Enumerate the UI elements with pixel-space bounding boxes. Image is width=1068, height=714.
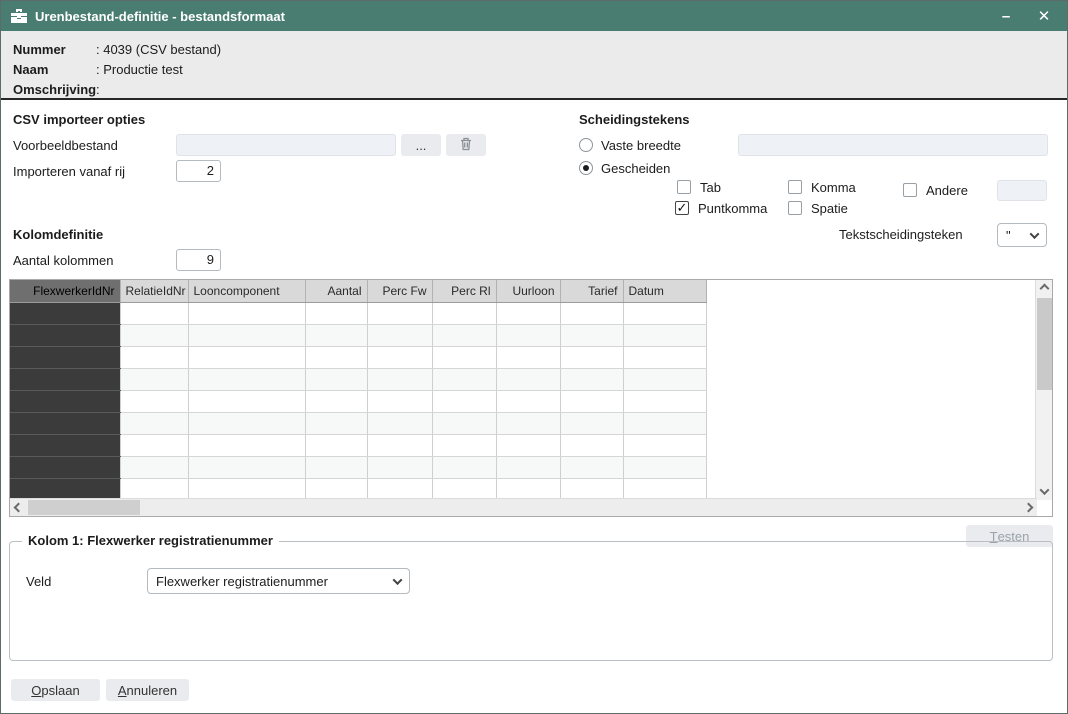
column-header-aantal[interactable]: Aantal <box>305 280 367 302</box>
column-grid-table: FlexwerkerIdNrRelatieIdNrLooncomponentAa… <box>10 280 707 501</box>
gescheiden-label: Gescheiden <box>601 161 670 176</box>
title-bar: Urenbestand-definitie - bestandsformaat … <box>1 1 1067 31</box>
close-button[interactable]: ✕ <box>1029 3 1059 29</box>
kolom1-groupbox: Kolom 1: Flexwerker registratienummer Ve… <box>9 541 1053 661</box>
naam-label: Naam <box>13 62 96 77</box>
vaste-breedte-label: Vaste breedte <box>601 138 681 153</box>
table-row[interactable] <box>10 302 706 324</box>
record-header: Nummer : 4039 (CSV bestand) Naam : Produ… <box>1 31 1067 100</box>
tab-label: Tab <box>700 180 721 195</box>
omschrijving-label: Omschrijving <box>13 82 96 97</box>
tekstscheidingsteken-dropdown[interactable]: " <box>997 223 1047 247</box>
table-row[interactable] <box>10 368 706 390</box>
column-grid: FlexwerkerIdNrRelatieIdNrLooncomponentAa… <box>9 279 1053 517</box>
voorbeeldbestand-label: Voorbeeldbestand <box>13 138 118 153</box>
importeren-label: Importeren vanaf rij <box>13 164 125 179</box>
column-header-perc-rl[interactable]: Perc Rl <box>432 280 496 302</box>
aantal-kolommen-input[interactable]: 9 <box>176 249 221 271</box>
kolom1-legend: Kolom 1: Flexwerker registratienummer <box>22 533 279 548</box>
delete-file-button[interactable] <box>446 134 486 156</box>
komma-checkbox[interactable] <box>788 180 802 194</box>
table-row[interactable] <box>10 390 706 412</box>
vaste-breedte-input[interactable] <box>738 134 1048 156</box>
csv-options-title: CSV importeer opties <box>13 112 145 127</box>
table-row[interactable] <box>10 346 706 368</box>
column-header-datum[interactable]: Datum <box>623 280 706 302</box>
kolomdefinitie-title: Kolomdefinitie <box>13 227 103 242</box>
horizontal-scroll-thumb[interactable] <box>28 500 140 515</box>
aantal-kolommen-label: Aantal kolommen <box>13 253 113 268</box>
table-row[interactable] <box>10 434 706 456</box>
trash-icon <box>460 137 472 154</box>
andere-checkbox[interactable] <box>903 183 917 197</box>
table-row[interactable] <box>10 478 706 500</box>
importeren-input[interactable]: 2 <box>176 160 221 182</box>
veld-value: Flexwerker registratienummer <box>156 574 328 589</box>
nummer-label: Nummer <box>13 42 96 57</box>
table-row[interactable] <box>10 324 706 346</box>
chevron-down-icon <box>1030 229 1040 239</box>
scroll-left-icon[interactable] <box>10 499 27 516</box>
vertical-scroll-thumb[interactable] <box>1037 298 1052 390</box>
column-header-relatieidnr[interactable]: RelatieIdNr <box>120 280 188 302</box>
vertical-scrollbar[interactable] <box>1035 280 1052 500</box>
veld-dropdown[interactable]: Flexwerker registratienummer <box>147 568 410 594</box>
puntkomma-label: Puntkomma <box>698 201 767 216</box>
browse-button[interactable]: ... <box>401 134 441 156</box>
column-header-perc-fw[interactable]: Perc Fw <box>367 280 432 302</box>
tekstscheidingsteken-value: " <box>1006 228 1011 243</box>
spatie-label: Spatie <box>811 201 848 216</box>
gescheiden-radio[interactable] <box>579 161 593 175</box>
dialog-window: Urenbestand-definitie - bestandsformaat … <box>0 0 1068 714</box>
table-row[interactable] <box>10 456 706 478</box>
column-header-tarief[interactable]: Tarief <box>560 280 623 302</box>
minimize-button[interactable]: – <box>991 3 1021 29</box>
horizontal-scrollbar[interactable] <box>10 498 1037 516</box>
window-title: Urenbestand-definitie - bestandsformaat <box>35 9 285 24</box>
scroll-right-icon[interactable] <box>1020 499 1037 516</box>
omschrijving-value: : <box>96 82 100 97</box>
scroll-up-icon[interactable] <box>1036 280 1053 297</box>
andere-label: Andere <box>926 183 968 198</box>
andere-input[interactable] <box>997 180 1047 201</box>
tekstscheidingsteken-label: Tekstscheidingsteken <box>839 227 963 242</box>
table-row[interactable] <box>10 412 706 434</box>
nummer-value: : 4039 (CSV bestand) <box>96 42 221 57</box>
scroll-down-icon[interactable] <box>1036 483 1053 500</box>
spatie-checkbox[interactable] <box>788 201 802 215</box>
naam-value: : Productie test <box>96 62 183 77</box>
separators-title: Scheidingstekens <box>579 112 690 127</box>
column-header-looncomponent[interactable]: Looncomponent <box>188 280 305 302</box>
komma-label: Komma <box>811 180 856 195</box>
column-header-uurloon[interactable]: Uurloon <box>496 280 560 302</box>
column-header-flexwerkeridnr[interactable]: FlexwerkerIdNr <box>10 280 120 302</box>
puntkomma-checkbox[interactable]: ✓ <box>675 201 689 215</box>
vaste-breedte-radio[interactable] <box>579 138 593 152</box>
voorbeeldbestand-input[interactable] <box>176 134 396 156</box>
veld-label: Veld <box>26 574 51 589</box>
tab-checkbox[interactable] <box>677 180 691 194</box>
annuleren-button[interactable]: Annuleren <box>106 679 189 701</box>
chevron-down-icon <box>393 575 403 585</box>
opslaan-button[interactable]: Opslaan <box>11 679 100 701</box>
briefcase-icon <box>11 9 27 23</box>
